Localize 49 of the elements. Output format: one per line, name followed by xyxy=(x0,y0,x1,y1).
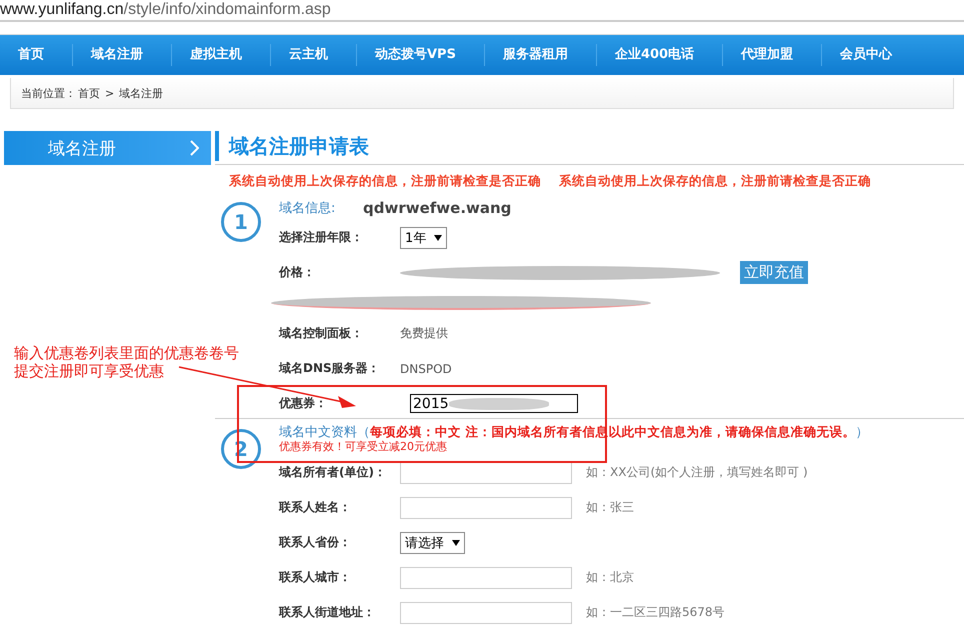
dropdown-arrow-icon xyxy=(434,234,442,240)
nav-link[interactable]: 会员中心 xyxy=(822,44,920,66)
period-select[interactable]: 1年 xyxy=(400,226,448,248)
nav-link[interactable]: 服务器租用 xyxy=(484,44,597,66)
notice-text: 系统自动使用上次保存的信息，注册前请检查是否正确 xyxy=(229,173,541,190)
field-label: 域名所有者(单位)： xyxy=(279,464,387,481)
address-url[interactable]: www.yunlifang.cn/style/info/xindomainform.asp xyxy=(0,1,331,18)
recharge-button[interactable]: 立即充值 xyxy=(740,261,808,284)
breadcrumb-link[interactable]: 首页 xyxy=(78,86,100,100)
field-label: 优惠券： xyxy=(279,395,328,412)
notice-text: 系统自动使用上次保存的信息，注册前请检查是否正确 xyxy=(559,173,871,190)
nav-link[interactable]: 云主机 xyxy=(271,44,357,66)
breadcrumb-label: 当前位置： xyxy=(21,86,76,100)
field-label: 域名DNS服务器： xyxy=(279,360,381,377)
field-label: 选择注册年限： xyxy=(279,229,364,246)
dropdown-arrow-icon xyxy=(452,540,460,546)
field-label: 联系人街道地址： xyxy=(279,604,376,621)
input-field[interactable] xyxy=(400,462,572,484)
nav-link[interactable]: 代理加盟 xyxy=(723,44,822,66)
field-label: 域名信息: xyxy=(279,200,336,217)
province-select[interactable]: 请选择 xyxy=(400,532,465,554)
nav-link[interactable]: 企业400电话 xyxy=(596,44,724,66)
input-field[interactable] xyxy=(400,602,572,624)
field-label: 联系人城市： xyxy=(279,569,352,586)
nav-link[interactable]: 虚拟主机 xyxy=(172,44,271,66)
field-label: 价格： xyxy=(279,264,316,281)
field-value: DNSPOD xyxy=(400,362,452,376)
field-hint: 如：一二区三四路5678号 xyxy=(586,604,725,621)
sidebar-item[interactable]: 域名注册 xyxy=(4,131,211,165)
field-label: 域名控制面板： xyxy=(279,325,364,342)
step-number: 1 xyxy=(221,202,261,242)
nav-link[interactable]: 首页 xyxy=(0,44,73,66)
field-label: 联系人省份： xyxy=(279,534,352,551)
input-field[interactable] xyxy=(400,496,572,518)
field-label: 联系人姓名： xyxy=(279,499,352,516)
field-hint: 如：张三 xyxy=(586,499,634,516)
breadcrumb-current: 域名注册 xyxy=(119,86,164,100)
chevron-icon xyxy=(189,140,199,156)
domain-name: qdwrwefwe.wang xyxy=(363,199,512,217)
coupon-status: 优惠券有效！可享受立减20元优惠 xyxy=(279,441,448,455)
coupon-field[interactable]: 2015 xyxy=(410,394,578,413)
input-field[interactable] xyxy=(400,566,572,588)
field-hint: 如：XX公司(如个人注册，填写姓名即可 ) xyxy=(586,464,808,481)
nav-link[interactable]: 域名注册 xyxy=(73,44,172,66)
field-hint: 如：北京 xyxy=(586,569,634,586)
breadcrumb-separator: > xyxy=(105,86,114,100)
annotation-text: 输入优惠卷列表里面的优惠卷卷号 提交注册即可享受优惠 xyxy=(14,344,239,380)
nav-link[interactable]: 动态拨号VPS xyxy=(357,44,485,66)
field-value: 免费提供 xyxy=(400,325,448,342)
